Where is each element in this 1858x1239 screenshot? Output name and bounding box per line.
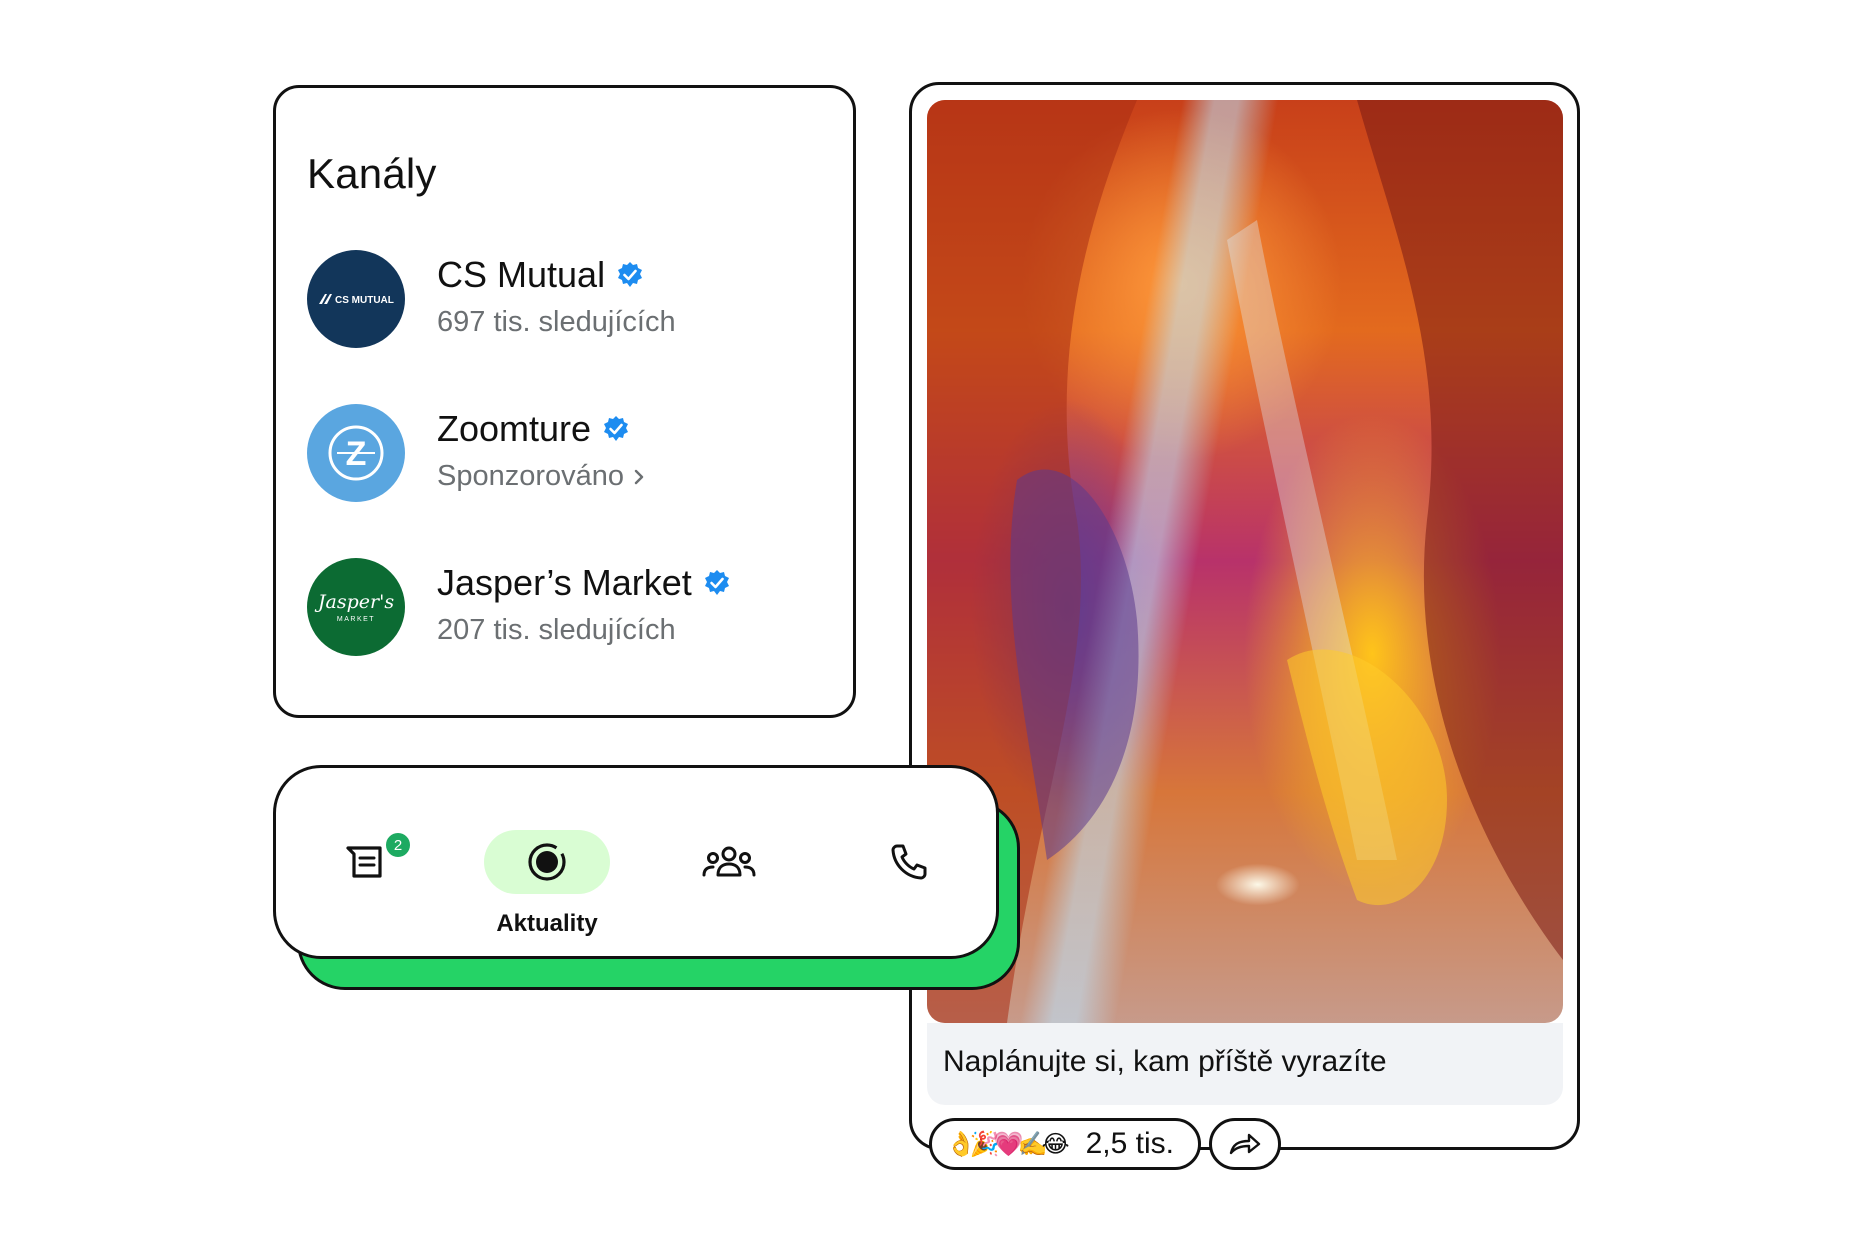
channel-item-cs-mutual[interactable]: CS MUTUAL CS Mutual 697 tis. sledujících bbox=[307, 250, 827, 350]
channels-card: Kanály CS MUTUAL CS Mutual 697 tis. sled… bbox=[273, 85, 856, 718]
calls-icon bbox=[891, 844, 927, 880]
channels-title: Kanály bbox=[307, 150, 437, 197]
verified-icon bbox=[604, 416, 629, 441]
channel-post-card: Naplánujte si, kam příště vyrazíte bbox=[909, 82, 1580, 1150]
reactions-button[interactable]: 👌🎉💗✍️😂 2,5 tis. bbox=[929, 1118, 1201, 1170]
forward-icon bbox=[1229, 1133, 1261, 1155]
channel-followers: 697 tis. sledujících bbox=[437, 306, 676, 338]
avatar-text: Jasper's bbox=[314, 591, 394, 613]
post-image[interactable] bbox=[927, 100, 1563, 1023]
reaction-emojis: 👌🎉💗✍️😂 bbox=[946, 1130, 1070, 1158]
tab-updates[interactable]: Aktuality bbox=[472, 768, 622, 962]
channel-name: Zoomture bbox=[437, 408, 592, 449]
verified-icon bbox=[618, 262, 643, 287]
chevron-right-icon bbox=[634, 469, 644, 484]
channel-avatar: Jasper's MARKET bbox=[307, 558, 405, 656]
channel-followers: 207 tis. sledujících bbox=[437, 614, 676, 646]
unread-badge: 2 bbox=[383, 830, 413, 860]
sponsored-link[interactable]: Sponzorováno bbox=[437, 460, 646, 493]
tab-calls[interactable] bbox=[834, 768, 984, 962]
channel-name: CS Mutual bbox=[437, 254, 606, 295]
updates-icon bbox=[528, 843, 566, 881]
channel-name: Jasper’s Market bbox=[437, 562, 692, 603]
channel-item-jaspers-market[interactable]: Jasper's MARKET Jasper’s Market 207 tis.… bbox=[307, 558, 827, 658]
post-caption: Naplánujte si, kam příště vyrazíte bbox=[927, 1023, 1563, 1105]
forward-button[interactable] bbox=[1209, 1118, 1281, 1170]
channel-item-zoomture[interactable]: Z Zoomture Sponzorováno bbox=[307, 404, 827, 504]
tab-updates-label: Aktuality bbox=[496, 910, 598, 937]
channel-avatar: CS MUTUAL bbox=[307, 250, 405, 348]
bottom-nav-bar: 2 Aktuality bbox=[273, 765, 999, 959]
verified-icon bbox=[704, 570, 729, 595]
communities-icon bbox=[702, 846, 756, 877]
reaction-count: 2,5 tis. bbox=[1085, 1127, 1174, 1160]
avatar-text: CS MUTUAL bbox=[335, 295, 394, 306]
avatar-subtext: MARKET bbox=[337, 616, 375, 623]
tab-communities[interactable] bbox=[654, 768, 804, 962]
channel-avatar: Z bbox=[307, 404, 405, 502]
tab-chats[interactable]: 2 bbox=[292, 768, 442, 962]
